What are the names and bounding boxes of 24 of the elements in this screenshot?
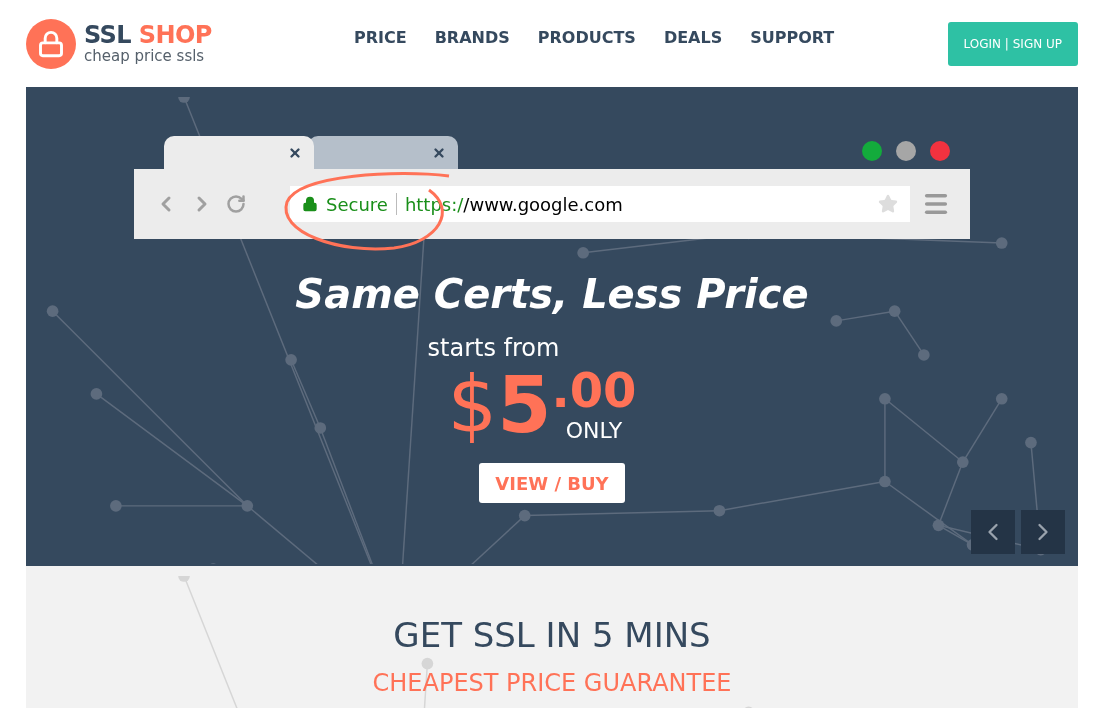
nav-link[interactable]: SUPPORT bbox=[750, 25, 835, 50]
price-cents: .00 bbox=[551, 366, 637, 414]
close-icon[interactable] bbox=[432, 145, 446, 160]
hero-headline: Same Certs, Less Price bbox=[295, 270, 809, 319]
section-title: GET SSL IN 5 MINS bbox=[393, 614, 711, 657]
brand-name: SSL SHOP bbox=[84, 23, 212, 47]
only-label: ONLY bbox=[565, 417, 623, 445]
nav-link[interactable]: BRANDS bbox=[434, 25, 510, 50]
price-whole: 5 bbox=[497, 366, 552, 444]
next-slide-button[interactable] bbox=[1021, 510, 1065, 554]
nav-link[interactable]: DEALS bbox=[663, 25, 723, 50]
secure-label: Secure bbox=[326, 192, 388, 217]
nav-link[interactable]: PRICE bbox=[354, 25, 407, 50]
brand-tagline: cheap price ssls bbox=[84, 49, 206, 64]
padlock-logo-icon bbox=[26, 18, 76, 69]
price-currency: $ bbox=[447, 366, 498, 444]
previous-slide-button[interactable] bbox=[971, 510, 1015, 554]
section-subtitle: CHEAPEST PRICE GUARANTEE bbox=[372, 668, 732, 699]
reload-icon[interactable] bbox=[226, 194, 246, 214]
lock-icon bbox=[302, 196, 318, 212]
starts-from-text: starts from bbox=[427, 333, 560, 364]
star-icon[interactable] bbox=[878, 194, 898, 214]
nav-link[interactable]: PRODUCTS bbox=[537, 25, 636, 50]
close-icon[interactable] bbox=[288, 145, 302, 160]
